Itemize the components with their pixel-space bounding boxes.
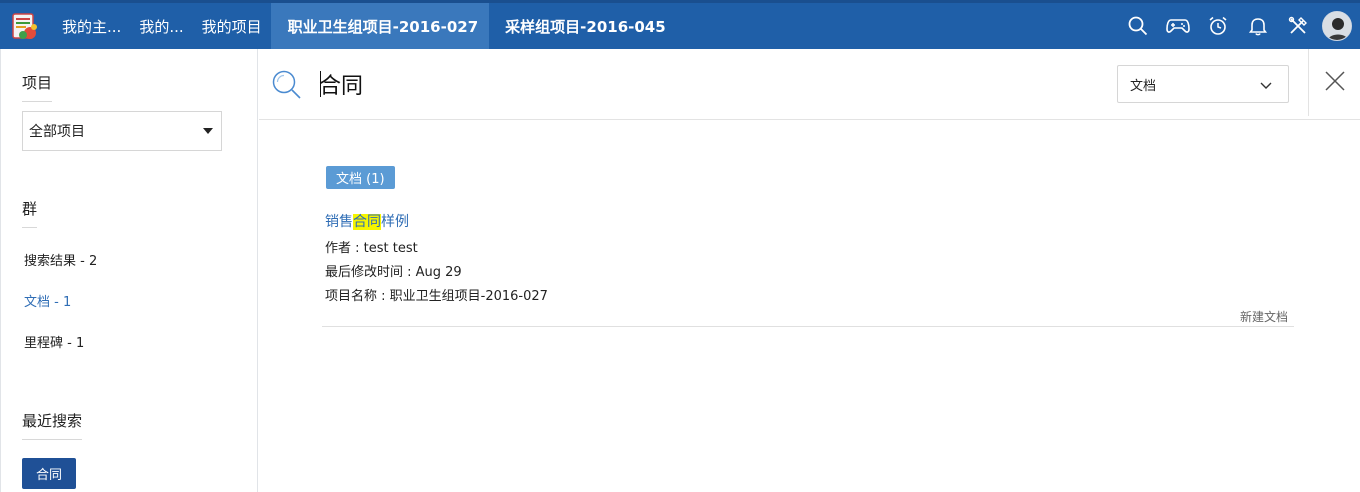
chevron-down-icon: [1260, 79, 1272, 94]
text-cursor: [320, 71, 321, 97]
result-author: 作者 : test test: [325, 241, 418, 256]
tab-my[interactable]: 我的...: [130, 3, 192, 49]
group-item-milestones[interactable]: 里程碑 - 1: [24, 332, 84, 351]
result-divider: [322, 326, 1294, 327]
alarm-clock-icon[interactable]: [1198, 3, 1238, 49]
search-input[interactable]: [319, 67, 1079, 101]
bell-icon[interactable]: [1238, 3, 1278, 49]
project-section-title: 项目: [22, 72, 53, 102]
group-section-title: 群: [22, 198, 38, 228]
result-title-highlight: 合同: [353, 214, 381, 230]
result-title-link[interactable]: 销售合同样例: [325, 211, 409, 231]
top-navigation-bar: 我的主... 我的... 我的项目 职业卫生组项目-2016-027 采样组项目…: [0, 0, 1360, 49]
search-bar: 文档: [259, 49, 1360, 120]
group-item-documents[interactable]: 文档 - 1: [24, 291, 71, 310]
new-document-link[interactable]: 新建文档: [1240, 308, 1288, 325]
search-type-select[interactable]: 文档: [1117, 65, 1289, 103]
tab-my-home[interactable]: 我的主...: [50, 3, 130, 49]
result-title-suffix: 样例: [381, 214, 409, 230]
gamepad-icon[interactable]: [1158, 3, 1198, 49]
close-search-button[interactable]: [1308, 49, 1360, 116]
tools-icon[interactable]: [1278, 3, 1318, 49]
search-type-value: 文档: [1130, 78, 1157, 94]
result-project: 项目名称 : 职业卫生组项目-2016-027: [325, 289, 548, 304]
result-title-prefix: 销售: [325, 214, 353, 230]
avatar-button[interactable]: [1318, 3, 1354, 49]
tab-project-2016-045[interactable]: 采样组项目-2016-045: [489, 3, 675, 49]
avatar: [1322, 11, 1352, 41]
close-icon: [1324, 70, 1346, 96]
search-icon[interactable]: [1118, 3, 1158, 49]
result-modified: 最后修改时间 : Aug 29: [325, 265, 462, 280]
recent-search-title: 最近搜索: [22, 410, 83, 440]
project-select[interactable]: 全部项目: [22, 111, 222, 151]
tab-my-projects[interactable]: 我的项目: [193, 3, 271, 49]
topbar-icons: [1118, 3, 1354, 49]
result-category-badge: 文档 (1): [326, 166, 395, 189]
app-logo[interactable]: [10, 11, 40, 41]
caret-down-icon: [203, 128, 213, 134]
recent-search-item[interactable]: 合同: [22, 458, 76, 489]
search-icon: [271, 69, 303, 105]
group-item-search-results[interactable]: 搜索结果 - 2: [24, 250, 97, 269]
tab-project-2016-027[interactable]: 职业卫生组项目-2016-027: [270, 3, 490, 49]
project-select-value: 全部项目: [29, 124, 85, 140]
sidebar: 项目 全部项目 群 搜索结果 - 2 文档 - 1 里程碑 - 1 最近搜索 合…: [0, 49, 258, 492]
